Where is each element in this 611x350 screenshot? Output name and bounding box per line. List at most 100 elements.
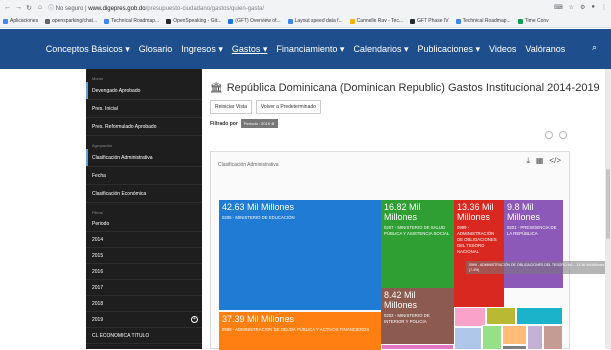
sidebar-item[interactable]: Devengado Aprobado	[86, 82, 202, 100]
site-header: Conceptos Básicos ▾ Glosario Ingresos ▾ Gas…	[0, 29, 611, 69]
nav-item[interactable]: Conceptos Básicos ▾	[46, 44, 130, 55]
filter-chip[interactable]: Período : 2019 ⊗	[240, 119, 278, 128]
sidebar-item[interactable]: 2014	[86, 232, 202, 248]
treemap-cell-small[interactable]	[502, 345, 527, 350]
bookmark-item[interactable]: Layout speed data f...	[287, 18, 343, 24]
bookmark-label: Technical Roadmap...	[111, 18, 160, 24]
add-icon[interactable]: +	[191, 316, 198, 323]
bookmark-favicon-icon	[45, 18, 51, 24]
bookmark-label: GFT Phase IV	[417, 18, 449, 24]
treemap-cell-small[interactable]	[454, 327, 482, 350]
bookmark-label: Aplicaciones	[10, 18, 39, 24]
sidebar-item-label: 2016	[92, 268, 104, 275]
translate-icon[interactable]: ⌨	[554, 4, 563, 11]
sidebar-item-label: Periodo	[92, 220, 110, 227]
bookmark-item[interactable]: (GFT) Overview of...	[228, 18, 281, 24]
main-content: 🏛 República Dominicana (Dominican Republ…	[202, 69, 611, 350]
treemap-cell[interactable]: 8.42 Mil Millones 0202 - MINISTERIO DE IN…	[381, 288, 454, 344]
sidebar-item[interactable]: 2015	[86, 248, 202, 264]
sidebar-item[interactable]: Pres. Inicial	[86, 100, 202, 118]
nav-item[interactable]: Glosario	[139, 44, 173, 54]
extension-icon[interactable]: ⚙	[580, 4, 585, 11]
treemap-cell-small[interactable]	[482, 325, 502, 350]
bookmark-favicon-icon	[410, 18, 415, 24]
reload-icon[interactable]: ↻	[26, 4, 32, 12]
page-title-text: República Dominicana (Dominican Republic…	[226, 82, 600, 94]
treemap-cell-value: 8.42 Mil Millones	[384, 290, 418, 310]
sidebar-item[interactable]: 2017	[86, 280, 202, 296]
home-icon[interactable]: ⌂	[37, 4, 43, 11]
sidebar-item[interactable]: Periodo	[86, 216, 202, 232]
profile-icon[interactable]: ●	[591, 4, 595, 11]
nav-item[interactable]: Financiamiento ▾	[276, 44, 344, 55]
forward-icon[interactable]: →	[15, 4, 22, 11]
bookmark-item[interactable]: Time Conv	[517, 18, 549, 24]
treemap-cell-small[interactable]	[527, 325, 543, 350]
sidebar-item[interactable]: 2016	[86, 264, 202, 280]
sidebar-item-label: 2015	[92, 252, 104, 259]
bookmark-item[interactable]: opensparking/chat...	[45, 18, 97, 24]
treemap-cell[interactable]: 13.36 Mil Millones 0999 - ADMINISTRACIÓN …	[454, 200, 504, 307]
treemap-cell-value: 13.36 Mil Millones	[457, 202, 494, 222]
nav-item[interactable]: Gastos ▾	[232, 44, 268, 55]
restore-default-button[interactable]: Volver a Predeterminado	[255, 100, 321, 114]
treemap-cell-label: 0202 - MINISTERIO DE INTERIOR Y POLICIA	[384, 313, 430, 324]
sidebar-item[interactable]: 2019 +	[86, 312, 202, 328]
bookmark-item[interactable]: Aplicaciones	[3, 18, 38, 24]
treemap-cell-small[interactable]	[516, 307, 563, 325]
treemap-cell-small[interactable]	[381, 344, 454, 350]
treemap-cell-value: 9.8 Mil Millones	[507, 202, 541, 222]
url-host: www.digepres.gob.do	[88, 6, 146, 12]
reset-view-button[interactable]: Reiniciar Vista	[210, 100, 252, 114]
treemap-cell-small[interactable]	[486, 307, 516, 325]
bookmark-item[interactable]: OpenSpeaking - Git...	[166, 18, 221, 24]
treemap-cell-label: 0999 - ADMINISTRACIÓN DE OBLIGACIONES DE…	[457, 225, 497, 254]
treemap-cell[interactable]: 42.63 Mil Millones 0206 - MINISTERIO DE E…	[219, 200, 381, 310]
sidebar-section-header: Agrupación	[92, 143, 113, 148]
page-scrollbar[interactable]	[605, 69, 611, 349]
bookmark-item[interactable]: Technical Roadmap...	[104, 18, 159, 24]
url-path: /presupuesto-ciudadano/gastos/quien-gast…	[145, 6, 265, 12]
embed-icon[interactable]: </>	[549, 156, 561, 166]
sidebar-item[interactable]: 2018	[86, 296, 202, 312]
bookmark-item[interactable]: Cannelle Rav - Tec...	[349, 18, 403, 24]
sidebar-item[interactable]: Clasificación Administrativa	[86, 149, 202, 167]
scroll-thumb[interactable]	[606, 169, 610, 239]
menu-icon[interactable]: ⋮	[601, 4, 607, 11]
sidebar-item-label: CL ECONOMICA TITULO	[92, 332, 150, 339]
sidebar-item[interactable]: Pres. Reformulado Aprobado	[86, 118, 202, 136]
sidebar-section-header: Monto	[92, 76, 104, 81]
nav-item[interactable]: Ingresos ▾	[181, 44, 223, 55]
nav-item[interactable]: Videos	[489, 44, 516, 54]
treemap-cell-small[interactable]	[454, 307, 486, 327]
sidebar-item-label: Pres. Inicial	[92, 105, 118, 112]
treemap-cell-label: 0206 - MINISTERIO DE EDUCACIÓN	[222, 215, 295, 220]
settings-circle-icon[interactable]	[545, 131, 553, 139]
bookmark-label: opensparking/chat...	[52, 18, 98, 24]
treemap-cell-small[interactable]	[502, 325, 527, 345]
treemap-cell[interactable]: 37.39 Mil Millones 0998 - ADMINISTRACIÓN …	[219, 312, 381, 350]
share-circle-icon[interactable]	[559, 131, 567, 139]
sidebar-item[interactable]: Clasificación Económica	[86, 185, 202, 203]
back-icon[interactable]: ←	[4, 4, 11, 11]
sidebar-item[interactable]: CL ECONOMICA TITULO	[86, 328, 202, 344]
nav-item[interactable]: Valóranos	[525, 44, 565, 54]
star-icon[interactable]: ☆	[569, 4, 574, 11]
sidebar-item-label: 2018	[92, 300, 104, 307]
treemap-cell[interactable]: 9.8 Mil Millones 0201 - PRESIDENCIA DE LA…	[504, 200, 563, 288]
url-field[interactable]: ⓘ No seguro | www.digepres.gob.do/presup…	[48, 3, 549, 12]
bookmark-favicon-icon	[349, 18, 355, 24]
search-icon[interactable]: ⌕	[592, 42, 597, 53]
bookmark-item[interactable]: Technical Roadmap...	[455, 18, 511, 24]
panel-title: Clasificación Administrativa	[218, 162, 279, 168]
sidebar-item[interactable]: Fecha	[86, 167, 202, 185]
browser-address-bar: ← → ↻ ⌂ ⓘ No seguro | www.digepres.gob.d…	[0, 0, 611, 15]
nav-item[interactable]: Calendarios ▾	[353, 44, 408, 55]
download-icon[interactable]: ⤓	[526, 156, 530, 166]
bookmark-favicon-icon	[287, 18, 293, 24]
nav-item[interactable]: Publicaciones ▾	[417, 44, 480, 55]
treemap-cell-small[interactable]	[543, 325, 563, 350]
table-icon[interactable]: ▦	[536, 156, 544, 166]
bookmark-favicon-icon	[166, 18, 172, 24]
bookmark-item[interactable]: GFT Phase IV	[410, 18, 449, 24]
